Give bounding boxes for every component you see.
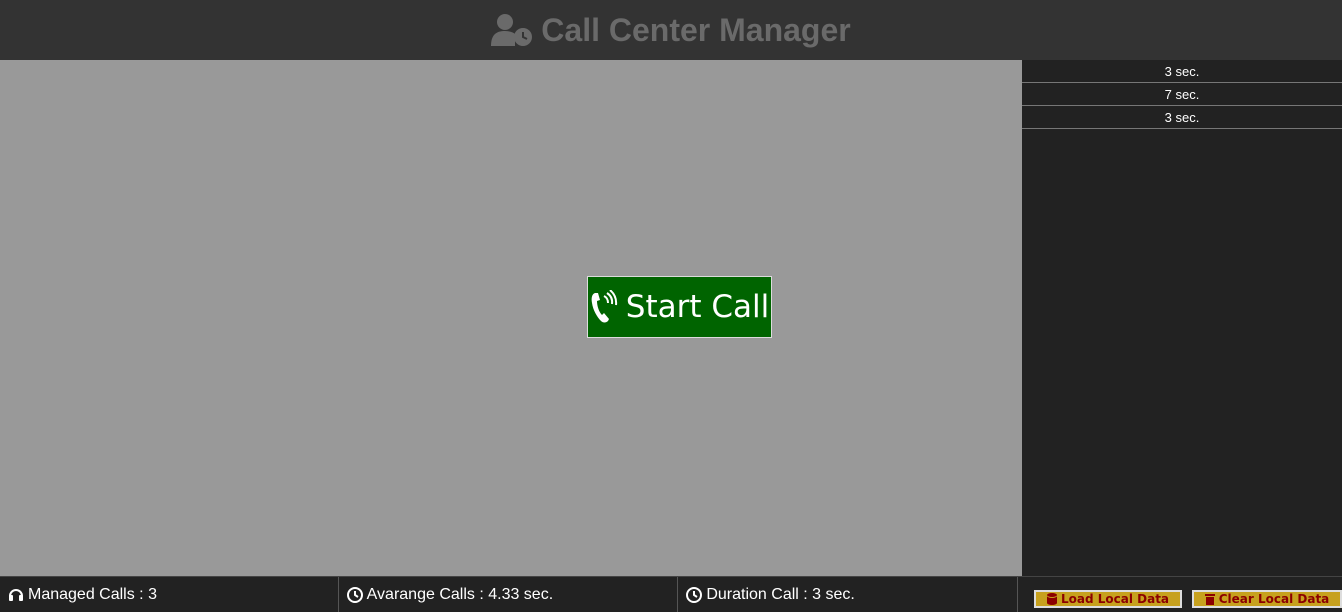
average-calls-stat: Avarange Calls : 4.33 sec. — [339, 577, 679, 612]
app-header: Call Center Manager — [0, 0, 1342, 60]
managed-calls-stat: Managed Calls : 3 — [0, 577, 339, 612]
header-title-text: Call Center Manager — [541, 11, 851, 48]
load-local-data-label: Load Local Data — [1060, 592, 1170, 606]
clock-icon — [346, 586, 363, 603]
start-call-label: Start Call — [625, 289, 770, 325]
user-clock-icon — [491, 14, 533, 46]
average-calls-label: Avarange Calls : 4.33 sec. — [366, 585, 554, 603]
managed-calls-label: Managed Calls : 3 — [28, 585, 157, 603]
clear-local-data-label: Clear Local Data — [1218, 592, 1330, 606]
call-log-item: 7 sec. — [1022, 83, 1342, 106]
phone-volume-icon — [591, 290, 617, 323]
call-log-item: 3 sec. — [1022, 60, 1342, 83]
start-call-button[interactable]: Start Call — [587, 276, 772, 338]
duration-call-stat: Duration Call : 3 sec. — [678, 577, 1019, 612]
call-log-sidebar: 3 sec. 7 sec. 3 sec. — [1022, 60, 1342, 576]
call-log-item: 3 sec. — [1022, 106, 1342, 129]
headset-icon — [9, 588, 23, 601]
page-title: Call Center Manager — [491, 11, 851, 49]
local-data-actions: Load Local Data Clear Local Data — [1018, 577, 1342, 611]
status-bar: Managed Calls : 3 Avarange Calls : 4.33 … — [0, 576, 1342, 612]
clear-local-data-button[interactable]: Clear Local Data — [1192, 590, 1342, 608]
duration-call-label: Duration Call : 3 sec. — [706, 585, 855, 603]
load-local-data-button[interactable]: Load Local Data — [1034, 590, 1183, 608]
clock-icon — [686, 586, 703, 603]
trash-icon — [1204, 594, 1215, 605]
database-icon — [1046, 593, 1057, 605]
main-panel: Start Call — [0, 60, 1022, 576]
